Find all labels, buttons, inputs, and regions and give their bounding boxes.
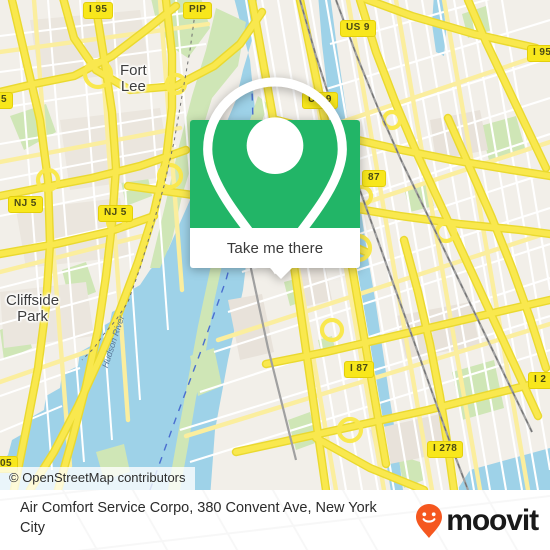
destination-callout-card[interactable]: Take me there bbox=[190, 77, 360, 279]
road-shield-i2xx[interactable]: I 2 bbox=[528, 372, 550, 389]
place-label-fort-lee: Fort Lee bbox=[120, 62, 147, 95]
moovit-smiley-pin-icon bbox=[416, 504, 443, 538]
road-shield-87[interactable]: 87 bbox=[362, 170, 386, 187]
take-me-there-label: Take me there bbox=[226, 239, 324, 257]
map-attribution[interactable]: © OpenStreetMap contributors bbox=[0, 467, 195, 490]
road-shield-nj5-east[interactable]: NJ 5 bbox=[98, 205, 133, 222]
road-shield-i95-north[interactable]: I 95 bbox=[83, 2, 114, 19]
road-shield-5-clipped[interactable]: 5 bbox=[0, 92, 13, 109]
place-label-cliffside-park: Cliffside Park bbox=[6, 292, 60, 325]
location-caption: Air Comfort Service Corpo, 380 Convent A… bbox=[20, 500, 377, 536]
moovit-wordmark: moovit bbox=[446, 504, 539, 537]
moovit-map-screenshot: Fort Lee Cliffside Park Hudson River I 9… bbox=[0, 0, 550, 550]
callout-header bbox=[190, 77, 360, 275]
moovit-logo[interactable]: moovit bbox=[414, 503, 539, 539]
callout-pointer-tail bbox=[270, 268, 292, 279]
road-shield-i95-east[interactable]: I 95 bbox=[527, 45, 550, 62]
road-shield-i278[interactable]: I 278 bbox=[427, 441, 464, 458]
map-canvas[interactable]: Fort Lee Cliffside Park Hudson River I 9… bbox=[0, 0, 550, 490]
map-pin-icon bbox=[203, 77, 347, 275]
footer-bar: Air Comfort Service Corpo, 380 Convent A… bbox=[0, 490, 550, 550]
road-shield-nj5-west[interactable]: NJ 5 bbox=[8, 196, 43, 213]
